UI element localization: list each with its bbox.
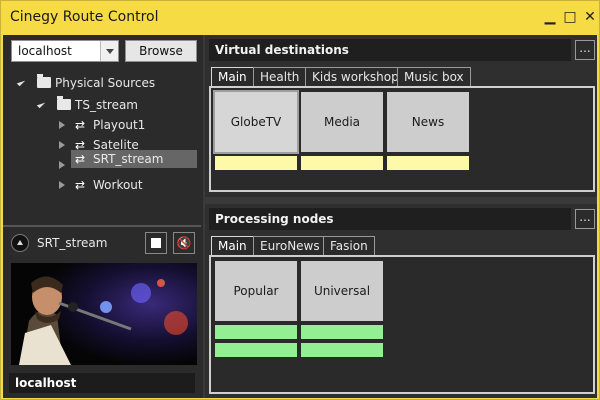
status-strip [215, 343, 297, 357]
status-strip [301, 156, 383, 170]
minimize-button[interactable]: ▁ [541, 8, 559, 26]
tree-item-ts-stream[interactable]: TS_stream [36, 96, 197, 114]
node-label: Universal [301, 261, 383, 321]
collapsed-icon[interactable] [59, 141, 65, 149]
destination-label: Media [301, 92, 383, 152]
tab-fasion[interactable]: Fasion [323, 236, 375, 256]
chevron-down-icon[interactable] [100, 41, 118, 61]
eject-icon[interactable] [11, 234, 29, 252]
route-swap-icon: ⇄ [75, 152, 86, 166]
route-swap-icon: ⇄ [75, 118, 86, 132]
tab-euronews[interactable]: EuroNews [253, 236, 327, 256]
tree-item-label: Playout1 [93, 118, 146, 132]
folder-icon [37, 74, 51, 88]
processing-nodes-panel: Processing nodes ... Main EuroNews Fasio… [205, 204, 597, 398]
status-strip [215, 156, 297, 170]
tree-item-label: TS_stream [75, 98, 138, 112]
tree-item-physical-sources[interactable]: Physical Sources [16, 74, 197, 92]
destination-label: News [387, 92, 469, 152]
tree-item-playout1[interactable]: ⇄ Playout1 [55, 116, 197, 134]
section-title: Processing nodes [209, 208, 571, 230]
window-title: Cinegy Route Control [10, 9, 159, 25]
folder-icon [57, 96, 71, 110]
maximize-button[interactable]: □ [561, 8, 579, 26]
browse-button[interactable]: Browse [125, 40, 197, 62]
route-swap-icon: ⇄ [75, 178, 86, 192]
expand-icon[interactable] [16, 77, 26, 87]
status-strip [301, 343, 383, 357]
tab-music-box[interactable]: Music box [397, 67, 471, 87]
host-select[interactable]: localhost [11, 40, 119, 62]
stop-button[interactable] [145, 232, 167, 254]
destinations-area: GlobeTV Media News [209, 86, 595, 192]
destination-label: GlobeTV [213, 90, 299, 154]
video-preview [11, 263, 197, 365]
status-strip [215, 325, 297, 339]
mute-button[interactable]: 🔇 [173, 232, 195, 254]
tab-main[interactable]: Main [211, 67, 254, 87]
preview-host-label: localhost [9, 373, 195, 393]
app-window: Cinegy Route Control ▁ □ ✕ localhost Bro… [0, 0, 600, 400]
status-strip [387, 156, 469, 170]
collapsed-icon[interactable] [59, 181, 65, 189]
section-title: Virtual destinations [209, 39, 571, 61]
collapsed-icon[interactable] [59, 161, 65, 169]
preview-header: SRT_stream 🔇 [9, 232, 199, 256]
more-options-button[interactable]: ... [575, 209, 595, 229]
tree-item-label: SRT_stream [93, 152, 164, 166]
status-strip [301, 325, 383, 339]
collapsed-icon[interactable] [59, 121, 65, 129]
expand-icon[interactable] [36, 99, 46, 109]
preview-source-name: SRT_stream [37, 236, 108, 250]
tree-item-label: Workout [93, 178, 143, 192]
video-frame-image [11, 263, 197, 365]
tab-health[interactable]: Health [253, 67, 307, 87]
title-bar[interactable]: Cinegy Route Control ▁ □ ✕ [1, 1, 599, 35]
nodes-area: Popular Universal [209, 255, 595, 394]
virtual-destinations-panel: Virtual destinations ... Main Health Kid… [205, 35, 597, 197]
stop-icon [151, 238, 161, 248]
tab-main[interactable]: Main [211, 236, 254, 256]
node-label: Popular [215, 261, 297, 321]
tree-item-srt-stream[interactable]: ⇄ SRT_stream [71, 150, 197, 168]
more-options-button[interactable]: ... [575, 40, 595, 60]
close-button[interactable]: ✕ [581, 8, 599, 26]
tree-item-workout[interactable]: ⇄ Workout [55, 176, 197, 194]
tab-kids-workshop[interactable]: Kids workshop [305, 67, 406, 87]
panel-divider[interactable] [3, 225, 201, 227]
host-select-value: localhost [18, 44, 72, 58]
tree-item-label: Physical Sources [55, 76, 156, 90]
